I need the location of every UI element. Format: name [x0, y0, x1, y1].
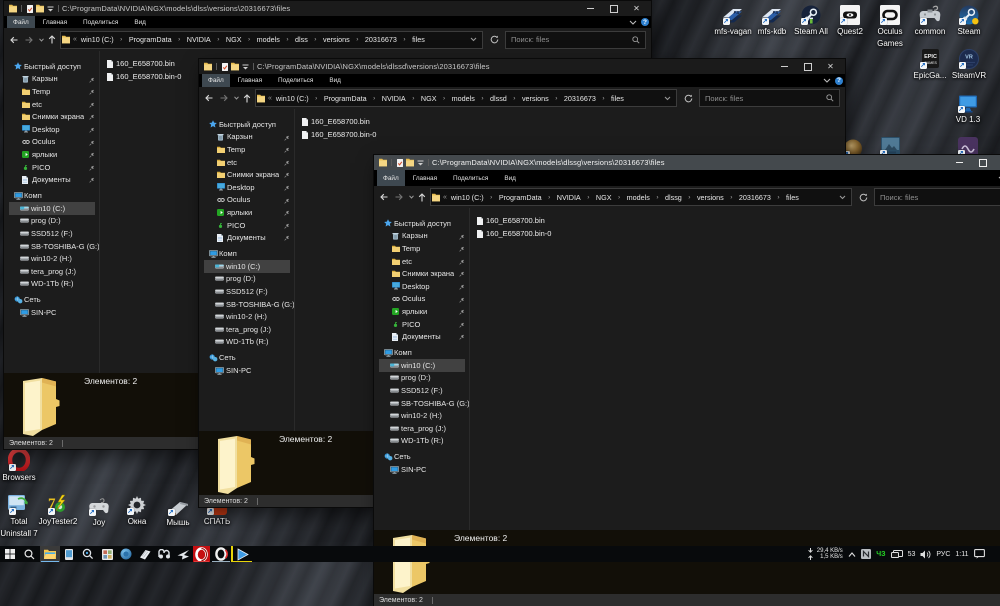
- svg-text:FS: FS: [734, 10, 741, 15]
- svg-text:FS: FS: [773, 10, 780, 15]
- svg-text:VR: VR: [965, 55, 973, 61]
- svg-text:EPIC: EPIC: [924, 54, 937, 60]
